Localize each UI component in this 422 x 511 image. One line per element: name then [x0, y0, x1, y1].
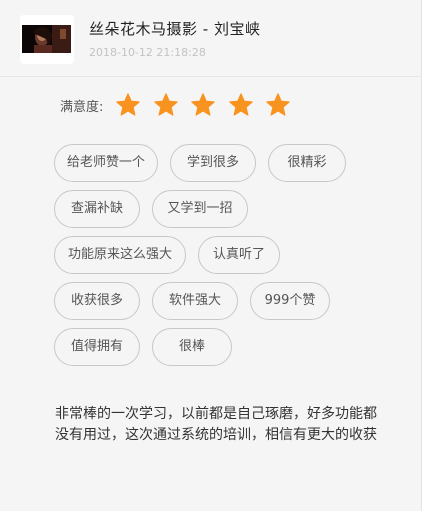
tag-button[interactable]: 学到很多 — [170, 144, 256, 182]
tag-button[interactable]: 值得拥有 — [54, 328, 140, 366]
tag-button[interactable]: 999个赞 — [250, 282, 330, 320]
tag-button[interactable]: 功能原来这么强大 — [54, 236, 186, 274]
star-icon[interactable] — [153, 92, 179, 118]
tag-row: 查漏补缺 又学到一招 — [54, 190, 374, 228]
review-header: 丝朵花木马摄影 - 刘宝峡 2018-10-12 21:18:28 — [0, 0, 421, 77]
tag-button[interactable]: 查漏补缺 — [54, 190, 140, 228]
video-thumbnail-icon — [22, 25, 71, 53]
review-comment: 非常棒的一次学习，以前都是自己琢磨，好多功能都没有用过，这次通过系统的培训，相信… — [55, 406, 377, 443]
review-card: 丝朵花木马摄影 - 刘宝峡 2018-10-12 21:18:28 满意度: 给… — [0, 0, 422, 511]
star-icon[interactable] — [228, 92, 254, 118]
rating-label: 满意度: — [60, 99, 104, 115]
review-timestamp: 2018-10-12 21:18:28 — [89, 46, 206, 59]
tag-row: 给老师赞一个 学到很多 很精彩 — [54, 144, 374, 182]
star-icon[interactable] — [115, 92, 141, 118]
tag-row: 值得拥有 很棒 — [54, 328, 374, 366]
star-icon[interactable] — [190, 92, 216, 118]
tag-button[interactable]: 又学到一招 — [152, 190, 248, 228]
tag-button[interactable]: 给老师赞一个 — [54, 144, 158, 182]
tag-button[interactable]: 很棒 — [152, 328, 232, 366]
tag-button[interactable]: 收获很多 — [54, 282, 140, 320]
satisfaction-rating: 满意度: — [60, 91, 303, 119]
tag-row: 收获很多 软件强大 999个赞 — [54, 282, 374, 320]
tag-row: 功能原来这么强大 认真听了 — [54, 236, 374, 274]
review-title: 丝朵花木马摄影 - 刘宝峡 — [89, 20, 261, 38]
tag-button[interactable]: 软件强大 — [152, 282, 238, 320]
tag-button[interactable]: 认真听了 — [198, 236, 280, 274]
star-icon[interactable] — [265, 92, 291, 118]
star-rating[interactable] — [115, 92, 303, 118]
tag-list: 给老师赞一个 学到很多 很精彩 查漏补缺 又学到一招 功能原来这么强大 认真听了 收获很多 软件… — [54, 144, 374, 374]
course-thumbnail[interactable] — [20, 15, 74, 64]
tag-button[interactable]: 很精彩 — [268, 144, 346, 182]
